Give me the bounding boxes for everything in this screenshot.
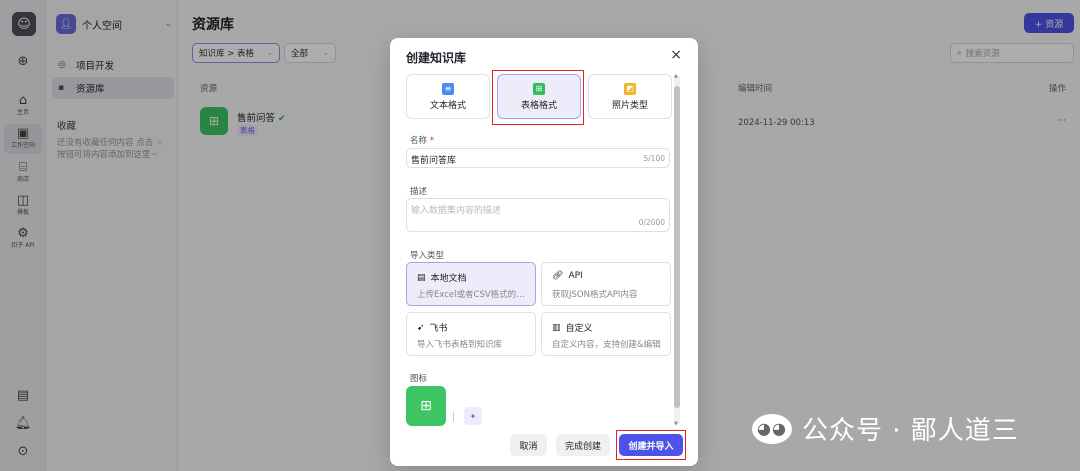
close-icon[interactable]: × [670,47,682,63]
import-type-api[interactable]: 🔗︎ API 获取JSON格式API内容 [541,262,671,306]
import-type-title: API [568,271,583,281]
name-input[interactable]: 售前问答库 5/100 [406,148,670,168]
create-knowledge-base-dialog: 创建知识库 × ▲ ▼ ≡ 文本格式 ⊞ 表格格式 ◩ 照片类型 名称 * 售前… [390,38,698,466]
image-icon: ◩ [624,83,636,95]
dialog-title: 创建知识库 [406,51,467,65]
import-type-custom[interactable]: ▥ 自定义 自定义内容，支持创建&编辑 [541,312,671,356]
cancel-button[interactable]: 取消 [510,434,547,456]
divider [453,412,454,422]
required-mark: * [429,136,434,146]
dialog-scrollbar[interactable]: ▲ ▼ [674,73,680,427]
edit-doc-icon: ▥ [552,322,561,333]
name-label: 名称 * [410,134,434,146]
import-type-title: 自定义 [565,324,593,334]
highlight-box [616,430,686,460]
import-type-title: 本地文档 [430,274,467,284]
wechat-icon: ◕◕ [752,413,792,444]
watermark-text: 公众号 · 鄙人道三 [802,416,1019,446]
import-type-label: 导入类型 [410,251,445,261]
scrollbar-thumb[interactable] [674,86,680,408]
description-char-count: 0/2000 [638,218,665,227]
desc-label: 描述 [410,187,428,197]
kb-icon-preview[interactable]: ⊞ [406,386,446,426]
name-char-count: 5/100 [643,154,665,163]
format-option-image[interactable]: ◩ 照片类型 [588,74,672,119]
scroll-up-icon: ▲ [674,73,678,79]
description-placeholder: 输入数据集内容的描述 [411,206,502,216]
name-label-text: 名称 [410,136,428,146]
highlight-box [492,70,584,125]
format-option-text[interactable]: ≡ 文本格式 [406,74,490,119]
format-label: 照片类型 [611,101,648,111]
format-label: 文本格式 [429,101,466,111]
import-type-title: 飞书 [429,324,448,334]
link-icon: 🔗︎ [552,271,564,281]
scroll-down-icon: ▼ [674,421,678,427]
file-icon: ▤ [417,272,426,283]
text-doc-icon: ≡ [442,83,454,95]
ai-generate-icon[interactable]: ✦ [464,407,482,425]
icon-label: 图标 [410,374,428,384]
import-type-desc: 获取JSON格式API内容 [552,290,638,300]
import-type-desc: 导入飞书表格到知识库 [417,340,503,350]
name-input-value: 售前问答库 [411,156,457,166]
description-textarea[interactable]: 输入数据集内容的描述 0/2000 [406,198,670,232]
import-type-feishu[interactable]: ➹ 飞书 导入飞书表格到知识库 [406,312,536,356]
feishu-icon: ➹ [417,322,425,333]
import-type-desc: 上传Excel或者CSV格式的… [417,290,525,300]
finish-create-button[interactable]: 完成创建 [556,434,610,456]
watermark: ◕◕ 公众号 · 鄙人道三 [752,410,1019,447]
import-type-desc: 自定义内容，支持创建&编辑 [552,340,661,350]
import-type-local[interactable]: ▤ 本地文档 上传Excel或者CSV格式的… [406,262,536,306]
